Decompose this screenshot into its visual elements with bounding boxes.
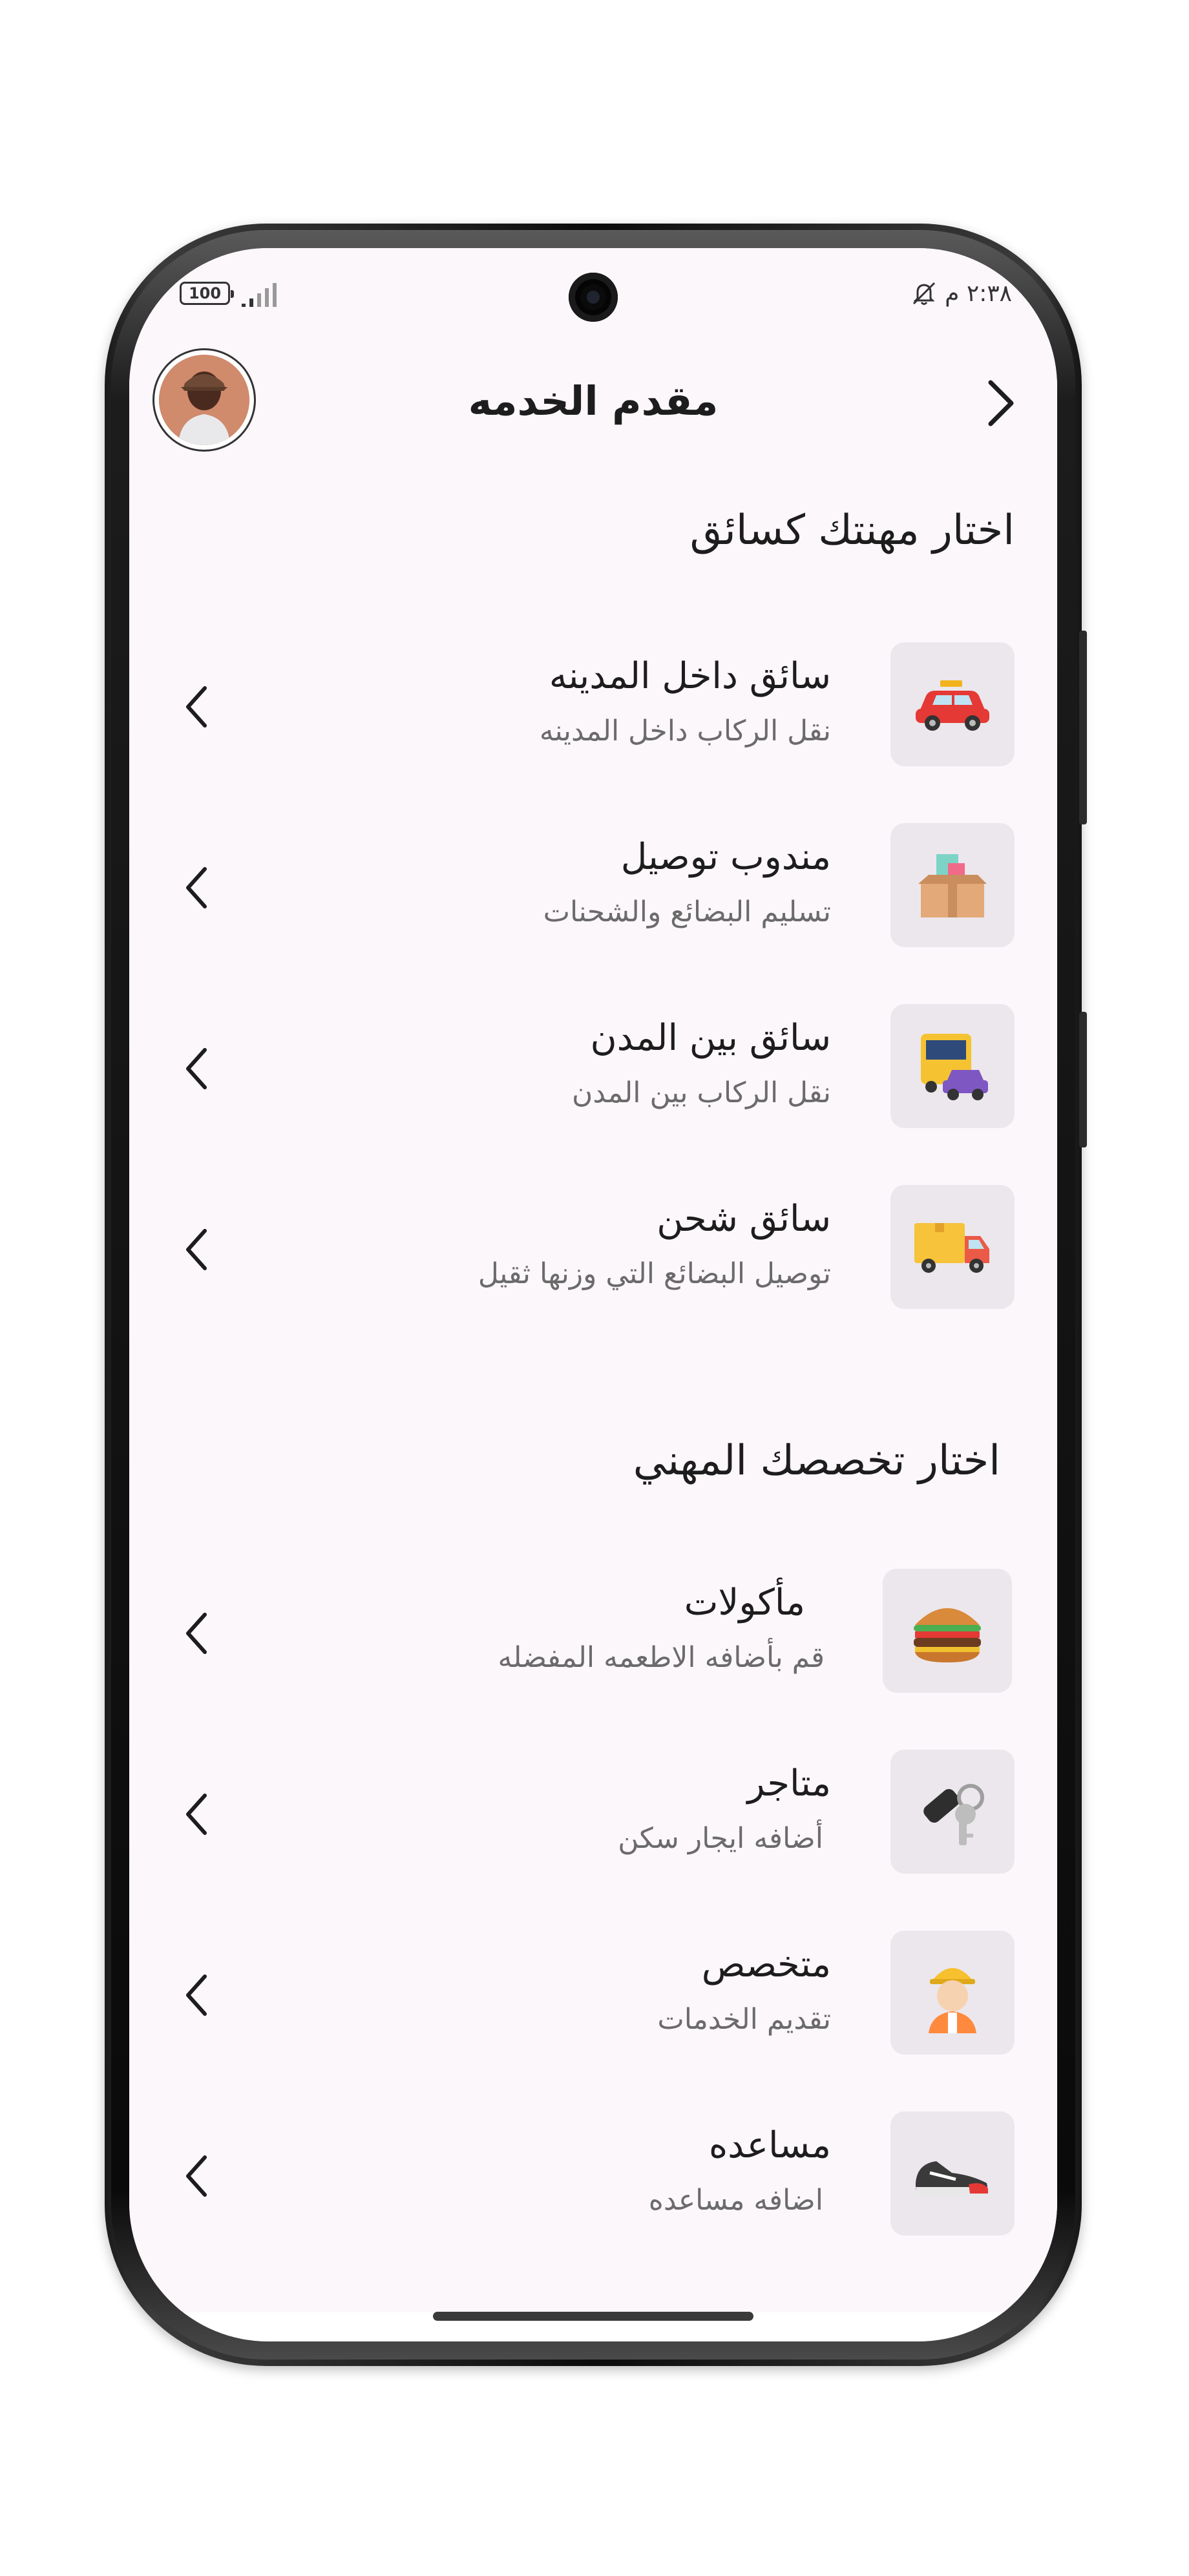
item-icon-box bbox=[883, 1569, 1012, 1693]
home-indicator[interactable] bbox=[433, 2312, 753, 2321]
item-icon-box bbox=[890, 1185, 1015, 1309]
item-icon-box bbox=[890, 642, 1015, 766]
signal-icon bbox=[242, 283, 277, 307]
chevron-left-icon bbox=[174, 1220, 220, 1279]
delivery-box-icon bbox=[918, 854, 987, 917]
item-subtitle: توصيل البضائع التي وزنها ثقيل bbox=[478, 1257, 831, 1290]
item-subtitle: قم بأضافه الاطعمه المفضله bbox=[498, 1641, 825, 1674]
phone-screen: 100 ٢:٣٨ م مقدم الخدمه اختار مهنتك كسائق… bbox=[129, 248, 1057, 2341]
chevron-left-icon bbox=[174, 859, 220, 917]
bus-car-icon bbox=[921, 1034, 988, 1100]
chevron-left-icon bbox=[174, 2147, 220, 2205]
item-icon-box bbox=[890, 823, 1015, 947]
status-time-group: ٢:٣٨ م bbox=[910, 279, 1012, 308]
battery-icon: 100 bbox=[180, 282, 234, 305]
app-background: 100 ٢:٣٨ م مقدم الخدمه اختار مهنتك كسائق… bbox=[129, 248, 1057, 2312]
chevron-left-icon bbox=[174, 1040, 220, 1098]
status-bar: 100 ٢:٣٨ م bbox=[129, 248, 1057, 326]
item-title: مأكولات bbox=[684, 1582, 805, 1624]
truck-icon bbox=[914, 1223, 989, 1273]
phone-frame: 100 ٢:٣٨ م مقدم الخدمه اختار مهنتك كسائق… bbox=[105, 224, 1087, 2366]
item-icon-box bbox=[890, 1004, 1015, 1128]
list-item-cargo-driver[interactable]: سائق شحن توصيل البضائع التي وزنها ثقيل bbox=[129, 1185, 1057, 1314]
mute-icon bbox=[913, 282, 936, 305]
chevron-left-icon bbox=[174, 678, 220, 736]
list-item-specialist[interactable]: متخصص تقديم الخدمات bbox=[129, 1931, 1057, 2060]
worker-icon bbox=[929, 1968, 976, 2033]
list-item-intercity-driver[interactable]: سائق بين المدن نقل الركاب بين المدن bbox=[129, 1004, 1057, 1133]
item-title: مندوب توصيل bbox=[620, 836, 831, 878]
item-icon-box bbox=[890, 1750, 1015, 1874]
front-camera bbox=[569, 273, 618, 322]
item-subtitle: نقل الركاب بين المدن bbox=[572, 1076, 831, 1109]
power-button bbox=[1079, 1012, 1087, 1147]
car-key-icon bbox=[923, 1784, 984, 1845]
item-title: مساعده bbox=[708, 2124, 831, 2166]
section-title-driver: اختار مهنتك كسائق bbox=[689, 507, 1015, 554]
status-time: ٢:٣٨ م bbox=[945, 280, 1012, 307]
burger-icon bbox=[914, 1608, 981, 1662]
list-item-city-driver[interactable]: سائق داخل المدينه نقل الركاب داخل المدين… bbox=[129, 642, 1057, 771]
list-item-assistance[interactable]: مساعده اضافه مساعده bbox=[129, 2111, 1057, 2241]
item-icon-box bbox=[890, 1931, 1015, 2055]
item-title: سائق داخل المدينه bbox=[549, 655, 831, 697]
app-header: مقدم الخدمه bbox=[129, 345, 1057, 461]
car-icon bbox=[916, 680, 989, 731]
section-title-specialty: اختار تخصصك المهني bbox=[633, 1437, 1000, 1485]
list-item-stores[interactable]: متاجر أضافه ايجار سكن bbox=[129, 1750, 1057, 1879]
item-subtitle: نقل الركاب داخل المدينه bbox=[539, 715, 831, 748]
chevron-left-icon bbox=[174, 1785, 220, 1843]
item-title: متخصص bbox=[701, 1943, 831, 1985]
chevron-left-icon bbox=[174, 1966, 220, 2024]
battery-level: 100 bbox=[188, 284, 222, 302]
list-item-food[interactable]: مأكولات قم بأضافه الاطعمه المفضله bbox=[129, 1569, 1057, 1698]
item-title: متاجر bbox=[747, 1763, 831, 1805]
sneaker-icon bbox=[916, 2161, 988, 2196]
item-subtitle: اضافه مساعده bbox=[648, 2184, 823, 2217]
item-subtitle: أضافه ايجار سكن bbox=[618, 1822, 823, 1855]
item-subtitle: تقديم الخدمات bbox=[657, 2003, 831, 2036]
chevron-right-icon bbox=[988, 380, 1014, 426]
volume-button bbox=[1079, 631, 1087, 824]
item-title: سائق شحن bbox=[657, 1198, 831, 1240]
page-title: مقدم الخدمه bbox=[468, 377, 719, 424]
item-icon-box bbox=[890, 2111, 1015, 2236]
back-button[interactable] bbox=[974, 371, 1026, 435]
list-item-delivery[interactable]: مندوب توصيل تسليم البضائع والشحنات bbox=[129, 823, 1057, 952]
chevron-left-icon bbox=[174, 1604, 220, 1662]
item-title: سائق بين المدن bbox=[590, 1017, 831, 1059]
item-subtitle: تسليم البضائع والشحنات bbox=[543, 895, 831, 928]
